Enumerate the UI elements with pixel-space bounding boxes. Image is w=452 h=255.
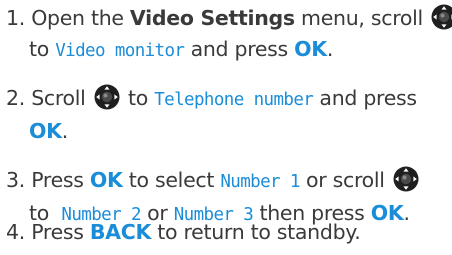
- menu-name: Video Settings: [129, 6, 295, 30]
- step-1: 1. Open the Video Settings menu, scroll …: [6, 3, 452, 67]
- menu-item: Telephone number: [154, 90, 314, 110]
- step-number: 3.: [6, 168, 25, 192]
- key-ok: OK: [294, 37, 327, 61]
- step-4: 4. Press BACK to return to standby.: [6, 220, 361, 244]
- key-ok: OK: [29, 119, 62, 143]
- navigation-key-icon: [393, 166, 419, 192]
- navigation-key-icon: [94, 84, 120, 110]
- step-2: 2. Scroll to Telephone number and press …: [6, 84, 417, 143]
- instruction-steps: 1. Open the Video Settings menu, scroll …: [0, 0, 452, 255]
- menu-item: Video monitor: [55, 41, 185, 61]
- menu-item: Number 1: [220, 172, 300, 192]
- navigation-key-icon: [431, 4, 452, 30]
- key-ok: OK: [89, 168, 123, 192]
- step-number: 2.: [6, 86, 25, 110]
- key-back: BACK: [89, 220, 152, 244]
- step-number: 1.: [6, 6, 25, 30]
- step-number: 4.: [6, 220, 25, 244]
